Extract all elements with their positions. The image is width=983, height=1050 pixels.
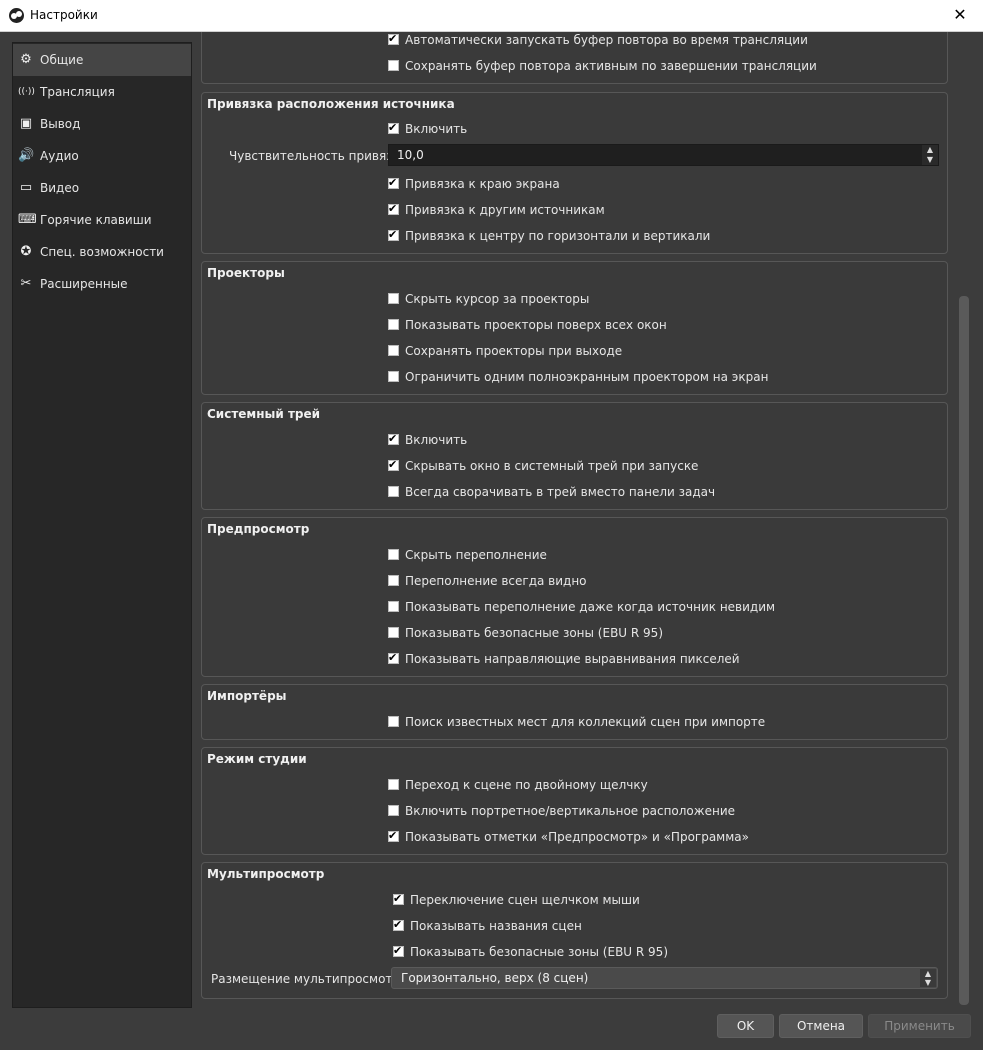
monitor-icon: ▭ — [19, 180, 33, 195]
checkbox-box[interactable] — [393, 943, 404, 959]
output-icon: ▣ — [19, 116, 33, 131]
checkbox-box[interactable] — [388, 371, 399, 382]
checkbox-box[interactable] — [388, 319, 399, 330]
spin-arrows[interactable]: ▲ ▼ — [922, 145, 938, 165]
checkbox-box[interactable] — [393, 917, 404, 933]
group-multiview: Мультипросмотр Переключение сцен щелчком… — [201, 862, 948, 999]
checkbox-box[interactable] — [388, 227, 399, 243]
obs-logo-icon — [9, 8, 24, 23]
sidebar-item-output[interactable]: ▣ Вывод — [13, 108, 191, 140]
snap-sensitivity-label: Чувствительность привязки — [229, 149, 408, 163]
group-system-tray: Системный трей Включить Скрывать окно в … — [201, 402, 948, 510]
checkbox-box[interactable] — [388, 345, 399, 356]
chevron-up-icon[interactable]: ▲ — [922, 145, 938, 155]
keyboard-icon: ⌨ — [18, 212, 37, 227]
group-importers: Импортёры Поиск известных мест для колле… — [201, 684, 948, 740]
settings-content: Автоматически запускать буфер повтора во… — [200, 32, 955, 1007]
checkbox-box[interactable] — [388, 175, 399, 191]
sidebar-item-label: Трансляция — [40, 85, 115, 99]
group-title: Мультипросмотр — [207, 867, 325, 881]
checkbox-box[interactable] — [388, 486, 399, 497]
checkbox-box[interactable] — [393, 891, 404, 907]
content-scrollbar[interactable] — [958, 40, 970, 1006]
sidebar-item-general[interactable]: ⚙ Общие — [13, 44, 191, 76]
multiview-layout-select[interactable]: Горизонтально, верх (8 сцен) ▲ ▼ — [391, 967, 938, 989]
sidebar-item-label: Аудио — [40, 149, 79, 163]
group-preview: Предпросмотр Скрыть переполнение Перепол… — [201, 517, 948, 677]
sidebar-item-label: Вывод — [40, 117, 81, 131]
checkbox-box[interactable] — [388, 32, 399, 47]
multiview-layout-label: Размещение мультипросмотра — [211, 972, 408, 986]
sidebar-item-video[interactable]: ▭ Видео — [13, 172, 191, 204]
sidebar-item-stream[interactable]: ((·)) Трансляция — [13, 76, 191, 108]
window-title: Настройки — [30, 8, 98, 22]
group-replay-buffer: Автоматически запускать буфер повтора во… — [201, 32, 948, 84]
checkbox-box[interactable] — [388, 431, 399, 447]
checkbox-box[interactable] — [388, 627, 399, 638]
sidebar-item-label: Видео — [40, 181, 80, 195]
sidebar-item-accessibility[interactable]: ✪ Спец. возможности — [13, 236, 191, 268]
checkbox-box[interactable] — [388, 805, 399, 816]
group-snapping: Привязка расположения источника Включить… — [201, 92, 948, 254]
chevron-down-icon[interactable]: ▼ — [922, 155, 938, 165]
checkbox-box[interactable] — [388, 457, 399, 473]
group-title: Системный трей — [207, 407, 321, 421]
broadcast-icon: ((·)) — [18, 87, 35, 97]
gear-icon: ⚙ — [20, 52, 32, 67]
checkbox-box[interactable] — [388, 60, 399, 71]
snap-sensitivity-spinbox[interactable]: 10,0 ▲ ▼ — [388, 144, 939, 166]
cancel-button[interactable]: Отмена — [779, 1014, 863, 1038]
group-title: Импортёры — [207, 689, 287, 703]
sidebar-item-advanced[interactable]: ✂ Расширенные — [13, 268, 191, 300]
accessibility-icon: ✪ — [20, 244, 32, 259]
checkbox-box[interactable] — [388, 575, 399, 586]
scrollbar-thumb[interactable] — [959, 296, 969, 1005]
sidebar-item-label: Горячие клавиши — [40, 213, 152, 227]
sidebar-item-label: Спец. возможности — [40, 245, 164, 259]
apply-button[interactable]: Применить — [868, 1014, 971, 1038]
checkbox-box[interactable] — [388, 716, 399, 727]
checkbox-box[interactable] — [388, 549, 399, 560]
updown-chevron-icon[interactable]: ▲ ▼ — [920, 969, 936, 987]
close-button[interactable]: ✕ — [937, 0, 983, 31]
tools-icon: ✂ — [20, 276, 32, 291]
ok-button[interactable]: OK — [717, 1014, 774, 1038]
sidebar-item-label: Общие — [40, 53, 84, 67]
checkbox-box[interactable] — [388, 779, 399, 790]
checkbox-box[interactable] — [388, 601, 399, 612]
settings-sidebar: ⚙ Общие ((·)) Трансляция ▣ Вывод 🔊 Аудио… — [12, 42, 192, 1008]
sidebar-item-audio[interactable]: 🔊 Аудио — [13, 140, 191, 172]
sidebar-item-label: Расширенные — [40, 277, 128, 291]
speaker-icon: 🔊 — [18, 148, 35, 163]
title-bar: Настройки ✕ — [0, 0, 983, 32]
group-studio-mode: Режим студии Переход к сцене по двойному… — [201, 747, 948, 855]
sidebar-item-hotkeys[interactable]: ⌨ Горячие клавиши — [13, 204, 191, 236]
group-title: Проекторы — [207, 266, 285, 280]
group-title: Привязка расположения источника — [207, 97, 455, 111]
checkbox-box[interactable] — [388, 120, 399, 136]
group-title: Предпросмотр — [207, 522, 310, 536]
checkbox-box[interactable] — [388, 201, 399, 217]
checkbox-box[interactable] — [388, 828, 399, 844]
checkbox-box[interactable] — [388, 293, 399, 304]
group-title: Режим студии — [207, 752, 307, 766]
checkbox-box[interactable] — [388, 650, 399, 666]
group-projectors: Проекторы Скрыть курсор за проекторы Пок… — [201, 261, 948, 395]
